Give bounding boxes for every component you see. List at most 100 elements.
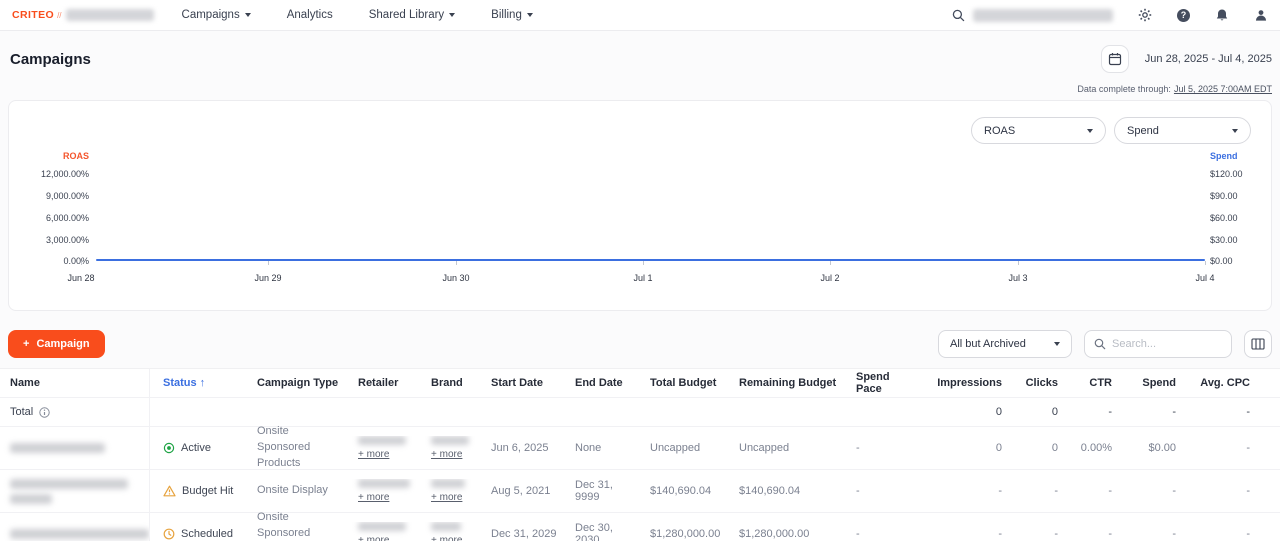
data-complete-link[interactable]: Jul 5, 2025 7:00AM EDT: [1174, 84, 1272, 94]
main-nav: Campaigns Analytics Shared Library Billi…: [182, 9, 533, 21]
retailer-more-link[interactable]: + more: [358, 492, 389, 503]
left-tick: 3,000.00%: [46, 235, 89, 245]
status-filter-select[interactable]: All but Archived: [938, 330, 1072, 358]
performance-chart-card: ROAS Spend ROAS Spend 12,000.00% 9,000.0…: [8, 100, 1272, 311]
top-nav: CRITEO // Campaigns Analytics Shared Lib…: [0, 0, 1280, 31]
right-metric-select[interactable]: Spend: [1114, 117, 1251, 144]
left-tick: 6,000.00%: [46, 213, 89, 223]
calendar-icon: [1108, 52, 1122, 66]
columns-icon: [1251, 338, 1265, 350]
col-clicks[interactable]: Clicks: [1002, 377, 1058, 389]
nav-item-analytics[interactable]: Analytics: [287, 9, 333, 21]
spend: -: [1112, 485, 1176, 497]
brand-more-link[interactable]: + more: [431, 449, 462, 460]
nav-item-shared-library[interactable]: Shared Library: [369, 9, 455, 21]
x-tick: Jul 1: [613, 273, 673, 283]
search-icon: [952, 9, 965, 22]
avg-cpc: -: [1176, 485, 1280, 497]
nav-item-campaigns[interactable]: Campaigns: [182, 9, 251, 21]
table-header-row: Name Status ↑ Campaign Type Retailer Bra…: [0, 369, 1280, 398]
ctr: 0.00%: [1058, 442, 1112, 454]
help-icon[interactable]: ?: [1177, 9, 1190, 22]
col-status[interactable]: Status ↑: [150, 377, 244, 389]
col-start-date[interactable]: Start Date: [478, 377, 562, 389]
col-remaining-budget[interactable]: Remaining Budget: [726, 377, 843, 389]
table-row[interactable]: Active Onsite Sponsored Products + more …: [0, 427, 1280, 470]
col-retailer[interactable]: Retailer: [345, 377, 418, 389]
campaigns-table: Name Status ↑ Campaign Type Retailer Bra…: [0, 368, 1280, 541]
campaign-type: Onsite Display: [244, 483, 345, 499]
info-icon[interactable]: [39, 407, 50, 418]
clicks: -: [1002, 485, 1058, 497]
left-tick: 0.00%: [63, 256, 89, 266]
brand-more-link[interactable]: + more: [431, 535, 462, 541]
clicks: 0: [1002, 442, 1058, 454]
new-campaign-button[interactable]: + Campaign: [8, 330, 105, 358]
col-end-date[interactable]: End Date: [562, 377, 637, 389]
campaign-name-redacted[interactable]: [10, 529, 149, 539]
chevron-down-icon: [1087, 129, 1093, 133]
spend: -: [1112, 528, 1176, 540]
retailer-redacted: [358, 479, 410, 488]
total-avg-cpc: -: [1176, 406, 1280, 418]
spend-pace: -: [843, 528, 912, 540]
chevron-down-icon: [527, 13, 533, 17]
col-spend[interactable]: Spend: [1112, 377, 1176, 389]
retailer-cell: + more: [345, 436, 418, 460]
campaign-name-redacted[interactable]: [10, 479, 128, 489]
total-spend: -: [1112, 406, 1176, 418]
remaining-budget: $1,280,000.00: [726, 528, 843, 540]
global-search[interactable]: [952, 9, 1113, 22]
total-label: Total: [10, 406, 33, 418]
table-row[interactable]: Budget Hit Onsite Display + more + more …: [0, 470, 1280, 513]
nav-item-billing[interactable]: Billing: [491, 9, 533, 21]
active-status-icon: [163, 442, 175, 454]
retailer-more-link[interactable]: + more: [358, 449, 389, 460]
bell-icon[interactable]: [1215, 8, 1229, 22]
col-spend-pace[interactable]: Spend Pace: [843, 371, 912, 395]
x-tick: Jun 28: [51, 273, 111, 283]
right-tick: $0.00: [1210, 256, 1233, 266]
total-row: Total 0 0 - - -: [0, 398, 1280, 427]
sort-asc-icon: ↑: [200, 377, 206, 389]
left-tick: 9,000.00%: [46, 191, 89, 201]
right-tick: $30.00: [1210, 235, 1238, 245]
col-impressions[interactable]: Impressions: [912, 377, 1002, 389]
date-range-value[interactable]: Jun 28, 2025 - Jul 4, 2025: [1145, 53, 1272, 65]
chevron-down-icon: [449, 13, 455, 17]
status-label: Budget Hit: [182, 485, 233, 497]
col-avg-cpc[interactable]: Avg. CPC: [1176, 377, 1280, 389]
col-total-budget[interactable]: Total Budget: [637, 377, 726, 389]
col-campaign-type[interactable]: Campaign Type: [244, 377, 345, 389]
col-name[interactable]: Name: [0, 369, 150, 397]
total-impressions: 0: [912, 406, 1002, 418]
remaining-budget: $140,690.04: [726, 485, 843, 497]
criteo-logo: CRITEO: [12, 9, 54, 21]
gear-icon[interactable]: [1138, 8, 1152, 22]
spend-pace: -: [843, 442, 912, 454]
left-metric-select[interactable]: ROAS: [971, 117, 1106, 144]
right-tick: $90.00: [1210, 191, 1238, 201]
search-input[interactable]: [1112, 338, 1222, 350]
col-ctr[interactable]: CTR: [1058, 377, 1112, 389]
chevron-down-icon: [245, 13, 251, 17]
col-brand[interactable]: Brand: [418, 377, 478, 389]
brand-redacted: [431, 436, 469, 445]
ctr: -: [1058, 528, 1112, 540]
calendar-button[interactable]: [1101, 45, 1129, 73]
total-ctr: -: [1058, 406, 1112, 418]
user-icon[interactable]: [1254, 8, 1268, 22]
campaign-name-redacted[interactable]: [10, 443, 105, 453]
table-row[interactable]: Scheduled Onsite Sponsored Products + mo…: [0, 513, 1280, 541]
account-name-redacted[interactable]: [66, 9, 154, 21]
end-date: None: [562, 442, 637, 454]
end-date: Dec 30, 2030: [562, 522, 637, 541]
table-search[interactable]: [1084, 330, 1232, 358]
search-icon: [1094, 338, 1106, 350]
columns-config-button[interactable]: [1244, 330, 1272, 358]
clock-icon: [163, 528, 175, 540]
x-tick: Jul 3: [988, 273, 1048, 283]
retailer-more-link[interactable]: + more: [358, 535, 389, 541]
brand-more-link[interactable]: + more: [431, 492, 462, 503]
ctr: -: [1058, 485, 1112, 497]
